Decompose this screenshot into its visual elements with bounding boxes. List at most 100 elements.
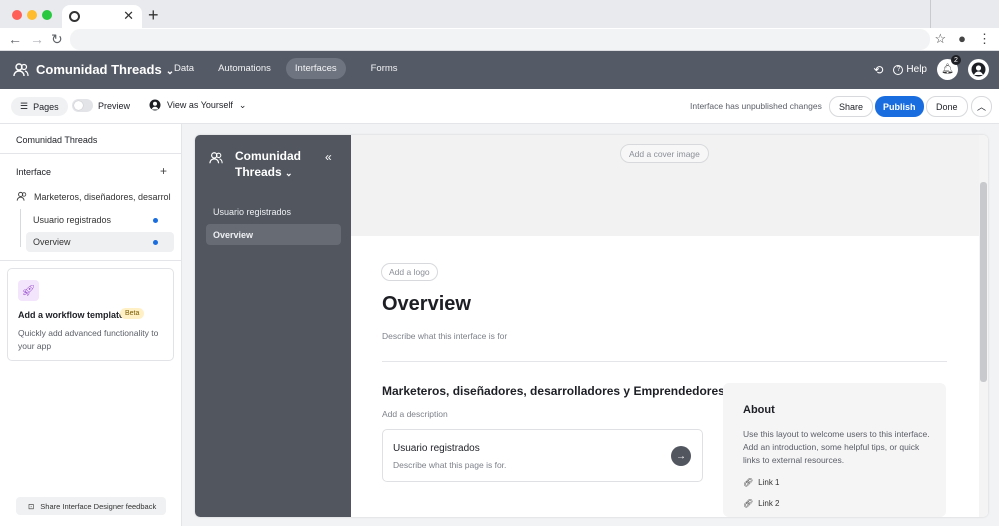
help-icon: ? [893,64,904,75]
preview-sidebar: Comunidad Threads ⌄ « Usuario registrado… [195,135,351,517]
link-label: Link 1 [758,478,780,487]
github-icon [69,11,80,22]
sidebar-group-marketeros[interactable]: Marketeros, diseñadores, desarrol [16,191,171,202]
preview-toggle[interactable] [72,99,93,112]
divider [382,361,947,362]
chevron-up-icon: ︿ [976,102,986,112]
workflow-template-card[interactable]: 🚀︎ Add a workflow template Beta Quickly … [7,268,174,361]
scrollbar-thumb[interactable] [980,182,987,382]
interface-preview-frame: Comunidad Threads ⌄ « Usuario registrado… [195,135,988,517]
browser-tab[interactable]: ✕ [62,5,142,29]
back-icon[interactable]: ← [8,31,22,47]
bell-icon: 🔔︎ [941,64,954,75]
unpublished-dot [153,240,158,245]
close-window-button[interactable] [12,10,22,20]
collapse-toolbar-button[interactable]: ︿ [971,96,992,117]
app-name: Comunidad Threads [36,62,162,77]
preview-scrollbar[interactable] [979,135,988,517]
close-tab-icon[interactable]: ✕ [123,8,134,24]
preview-label: Preview [98,101,131,111]
divider [0,153,181,154]
browser-menu-icon[interactable]: ⋮ [978,31,991,47]
help-button[interactable]: ? Help [893,64,927,75]
chevron-down-icon: ⌄ [285,168,293,178]
pages-button[interactable]: ☰ Pages [11,97,68,116]
unpublished-status: Interface has unpublished changes [690,101,822,111]
arrow-right-icon[interactable]: → [671,446,691,466]
add-page-icon[interactable]: + [160,164,167,178]
hamburger-icon: ☰ [20,101,29,111]
sidebar-item-overview[interactable]: Overview [26,232,174,252]
users-icon [13,63,29,77]
users-icon [16,191,27,201]
bookmark-star-icon[interactable]: ☆ [934,31,946,47]
done-button[interactable]: Done [926,96,968,117]
link-icon: 🔗︎ [743,499,754,508]
avatar[interactable] [968,59,989,80]
nav-automations[interactable]: Automations [209,58,280,79]
feedback-button[interactable]: ⊡ Share Interface Designer feedback [16,497,166,515]
page-link-card[interactable]: Usuario registrados Describe what this p… [382,429,703,482]
share-label: Share [839,101,864,112]
preview-app-name-line1: Comunidad [235,149,301,163]
sidebar-item-usuario-registrados[interactable]: Usuario registrados [26,210,174,230]
page-card-title: Usuario registrados [393,443,480,454]
link-icon: 🔗︎ [743,478,754,487]
unpublished-dot [153,218,158,223]
pages-sidebar: Comunidad Threads Interface + Marketeros… [0,124,182,526]
divider [0,260,181,261]
about-link-2[interactable]: 🔗︎ Link 2 [743,499,780,508]
cover-image-area[interactable]: Add a cover image [351,135,988,236]
section-title[interactable]: Marketeros, diseñadores, desarrolladores… [382,384,725,398]
publish-button[interactable]: Publish [875,96,924,117]
preview-app-name-line2: Threads [235,165,282,179]
about-description: Use this layout to welcome users to this… [743,429,930,465]
profile-icon[interactable]: ● [958,31,966,47]
forward-icon[interactable]: → [30,31,44,47]
workflow-card-title: Add a workflow template [18,310,125,320]
add-logo-button[interactable]: Add a logo [381,263,438,281]
reload-icon[interactable]: ↻ [51,31,63,48]
nav-forms[interactable]: Forms [362,58,407,79]
nav-interfaces[interactable]: Interfaces [285,58,346,79]
interface-section-label: Interface [16,167,52,177]
view-as-dropdown[interactable]: View as Yourself ⌄ [149,99,246,111]
about-title: About [743,404,775,416]
link-label: Link 2 [758,499,780,508]
collapse-sidebar-icon[interactable]: « [325,150,332,164]
view-as-label: View as Yourself [167,100,233,110]
sidebar-base-title: Comunidad Threads [16,135,98,145]
add-cover-image-button[interactable]: Add a cover image [620,144,709,163]
tree-line [20,209,21,247]
preview-nav-overview[interactable]: Overview [206,224,341,245]
page-card-description: Describe what this page is for. [393,460,507,470]
new-tab-icon[interactable]: + [148,5,159,26]
users-icon [209,152,223,164]
tab-separator [930,0,931,28]
share-button[interactable]: Share [829,96,874,117]
nav-data[interactable]: Data [165,58,203,79]
user-avatar-icon [971,62,986,77]
notifications-button[interactable]: 🔔︎ 2 [937,55,961,80]
minimize-window-button[interactable] [27,10,37,20]
preview-app-name[interactable]: Comunidad Threads ⌄ [235,148,315,181]
help-label: Help [906,64,927,75]
interface-toolbar: ☰ Pages Preview View as Yourself ⌄ Inter… [0,89,999,124]
maximize-window-button[interactable] [42,10,52,20]
user-avatar-icon [149,99,161,111]
section-description[interactable]: Add a description [382,409,448,419]
about-link-1[interactable]: 🔗︎ Link 1 [743,478,780,487]
browser-tab-bar: ✕ + [0,0,999,29]
pages-label: Pages [33,101,59,112]
app-name-dropdown[interactable]: Comunidad Threads ⌄ [36,62,174,77]
notification-badge: 2 [951,55,961,65]
preview-nav-usuario-registrados[interactable]: Usuario registrados [206,201,341,222]
url-input[interactable] [70,29,930,50]
page-title[interactable]: Overview [382,293,471,316]
group-label: Marketeros, diseñadores, desarrol [34,191,171,202]
history-icon[interactable]: ⟲ [873,63,883,77]
beta-badge: Beta [120,308,145,319]
page-description[interactable]: Describe what this interface is for [382,331,507,341]
feedback-label: Share Interface Designer feedback [40,501,157,511]
app-header: Comunidad Threads ⌄ Data Automations Inte… [0,51,999,89]
